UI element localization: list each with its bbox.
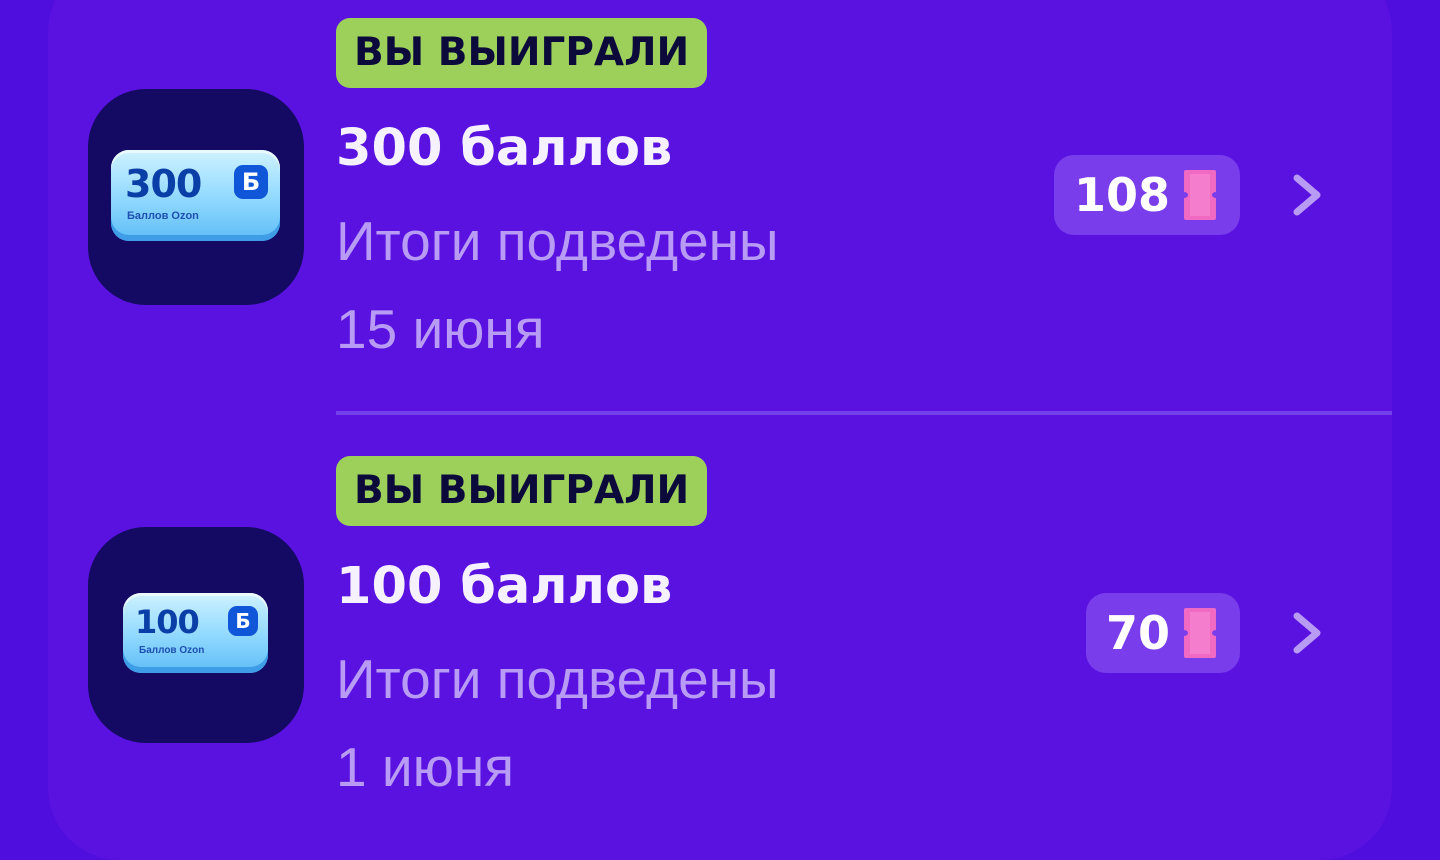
ticket-icon — [1184, 608, 1216, 658]
coin-value: 300 — [125, 162, 202, 206]
ticket-icon — [1184, 170, 1216, 220]
coin-value: 100 — [135, 603, 200, 641]
divider — [336, 411, 1392, 415]
win-badge: ВЫ ВЫИГРАЛИ — [336, 456, 708, 526]
currency-badge: Б — [228, 606, 258, 636]
ozon-points-coin: 100 Б Баллов Ozon — [123, 593, 268, 673]
tickets-count: 70 — [1105, 606, 1170, 660]
chevron-right-icon[interactable] — [1286, 608, 1330, 658]
chevron-right-icon[interactable] — [1286, 170, 1330, 220]
win-badge: ВЫ ВЫИГРАЛИ — [336, 18, 708, 88]
prize-row[interactable]: 100 Б Баллов Ozon ВЫ ВЫИГРАЛИ 100 баллов… — [0, 438, 1440, 838]
prize-status: Итоги подведены — [336, 210, 779, 272]
tickets-count-pill: 70 — [1085, 593, 1240, 673]
coin-caption: Баллов Ozon — [139, 645, 205, 656]
prize-title: 100 баллов — [336, 557, 673, 616]
coin-caption: Баллов Ozon — [127, 210, 199, 222]
prize-date: 15 июня — [336, 298, 545, 360]
currency-badge: Б — [234, 165, 268, 199]
ozon-points-coin: 300 Б Баллов Ozon — [111, 150, 280, 241]
prize-title: 300 баллов — [336, 119, 673, 178]
prize-date: 1 июня — [336, 736, 514, 798]
tickets-count-pill: 108 — [1053, 155, 1240, 235]
prize-thumbnail: 100 Б Баллов Ozon — [88, 527, 304, 743]
prize-row[interactable]: 300 Б Баллов Ozon ВЫ ВЫИГРАЛИ 300 баллов… — [0, 0, 1440, 400]
tickets-count: 108 — [1073, 168, 1170, 222]
prize-status: Итоги подведены — [336, 648, 779, 710]
prize-thumbnail: 300 Б Баллов Ozon — [88, 89, 304, 305]
